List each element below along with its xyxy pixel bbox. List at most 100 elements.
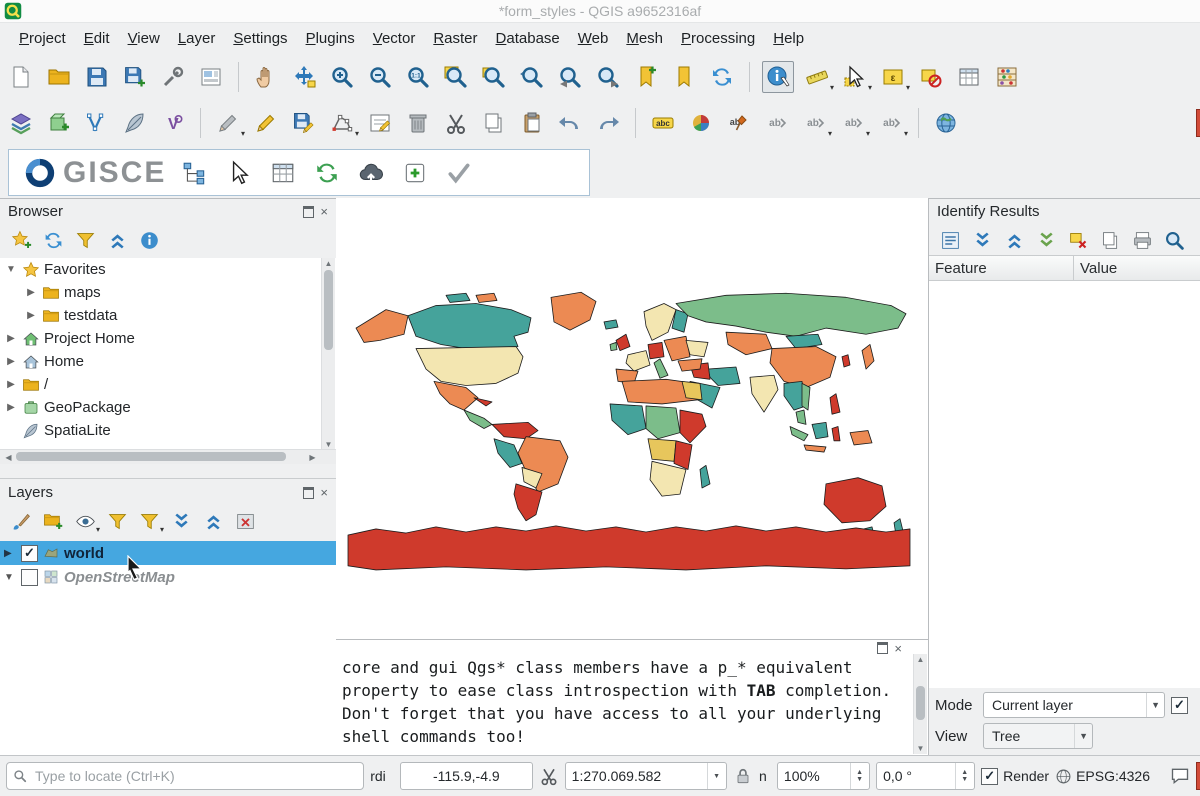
expander-open-icon[interactable]: ▼ (4, 264, 18, 275)
menu-settings[interactable]: Settings (224, 25, 296, 52)
tree-view-icon[interactable] (180, 158, 210, 188)
close-panel-icon[interactable]: × (320, 488, 328, 497)
paste-features-icon[interactable] (517, 108, 547, 138)
magnifier-spinbox[interactable]: 100% ▲▼ (777, 762, 870, 790)
menu-web[interactable]: Web (569, 25, 618, 52)
undo-icon[interactable] (555, 108, 585, 138)
expand-all-icon[interactable] (168, 508, 194, 534)
zoom-next-icon[interactable] (593, 62, 623, 92)
menu-mesh[interactable]: Mesh (617, 25, 672, 52)
expander-closed-icon[interactable]: ▶ (4, 548, 16, 559)
close-panel-icon[interactable]: × (894, 644, 902, 653)
column-header-feature[interactable]: Feature (929, 256, 1074, 280)
scale-combo[interactable]: 1:270.069.582 ▼ (565, 762, 727, 790)
browser-vertical-scrollbar[interactable]: ▲ ▼ (321, 258, 335, 450)
scrollbar-thumb[interactable] (916, 686, 925, 720)
render-control[interactable]: ✓ Render (981, 768, 1049, 785)
spinner-arrows-icon[interactable]: ▲▼ (955, 763, 968, 789)
new-virtual-layer-icon[interactable] (158, 108, 188, 138)
manage-map-themes-icon[interactable] (72, 508, 98, 534)
close-panel-icon[interactable]: × (320, 207, 328, 216)
menu-raster[interactable]: Raster (424, 25, 486, 52)
pan-to-selection-icon[interactable] (289, 62, 319, 92)
collapse-all-icon[interactable] (200, 508, 226, 534)
locate-search-box[interactable] (6, 762, 364, 790)
new-project-icon[interactable] (6, 62, 36, 92)
refresh-browser-icon[interactable] (40, 227, 66, 253)
scrollbar-thumb[interactable] (324, 270, 333, 350)
scroll-down-icon[interactable]: ▼ (914, 744, 927, 753)
menu-help[interactable]: Help (764, 25, 813, 52)
tree-item-testdata[interactable]: ▶ testdata (0, 304, 336, 327)
float-panel-icon[interactable] (303, 206, 314, 218)
column-header-value[interactable]: Value (1074, 260, 1117, 277)
expander-open-icon[interactable]: ▼ (4, 572, 16, 583)
zoom-native-icon[interactable] (403, 62, 433, 92)
layout-manager-icon[interactable] (196, 62, 226, 92)
console-vertical-scrollbar[interactable]: ▲ ▼ (913, 654, 927, 754)
open-layer-styling-icon[interactable] (8, 508, 34, 534)
scrollbar-thumb[interactable] (16, 452, 286, 461)
identify-features-icon[interactable] (762, 61, 794, 93)
coordinate-box[interactable]: -115.9,-4.9 (400, 762, 533, 790)
view-combo[interactable]: Tree ▼ (983, 723, 1093, 749)
expander-closed-icon[interactable]: ▶ (24, 310, 38, 321)
copy-features-icon[interactable] (479, 108, 509, 138)
zoom-to-layer-icon[interactable] (517, 62, 547, 92)
new-spatialite-layer-icon[interactable] (120, 108, 150, 138)
cut-features-icon[interactable] (441, 108, 471, 138)
collapse-all-icon[interactable] (104, 227, 130, 253)
new-shapefile-layer-icon[interactable] (82, 108, 112, 138)
save-project-as-icon[interactable] (120, 62, 150, 92)
metasearch-icon[interactable] (931, 108, 961, 138)
move-label-icon[interactable] (800, 108, 830, 138)
mode-combo[interactable]: Current layer ▼ (983, 692, 1165, 718)
scroll-down-icon[interactable]: ▼ (322, 440, 335, 449)
log-messages-icon[interactable] (1196, 762, 1200, 790)
open-project-icon[interactable] (44, 62, 74, 92)
pin-labels-icon[interactable] (724, 108, 754, 138)
refresh-map-icon[interactable] (707, 62, 737, 92)
add-favorite-icon[interactable] (8, 227, 34, 253)
data-source-manager-icon[interactable] (6, 108, 36, 138)
identify-results-body[interactable] (929, 281, 1200, 688)
float-panel-icon[interactable] (303, 487, 314, 499)
layer-checkbox-openstreetmap[interactable] (21, 569, 38, 586)
pointer-tool-icon[interactable] (224, 158, 254, 188)
crs-status[interactable]: EPSG:4326 (1055, 768, 1150, 785)
print-icon[interactable] (1129, 227, 1155, 253)
vertex-tool-icon[interactable] (327, 108, 357, 138)
tree-item-geopackage[interactable]: ▶ GeoPackage (0, 396, 336, 419)
pan-map-icon[interactable] (251, 62, 281, 92)
layer-label-openstreetmap[interactable]: OpenStreetMap (64, 569, 175, 586)
highlight-pinned-labels-icon[interactable] (762, 108, 792, 138)
spinner-arrows-icon[interactable]: ▲▼ (850, 763, 863, 789)
layer-checkbox-world[interactable]: ✓ (21, 545, 38, 562)
redo-icon[interactable] (593, 108, 623, 138)
menu-view[interactable]: View (119, 25, 169, 52)
auto-open-form-checkbox[interactable]: ✓ (1171, 697, 1188, 714)
rotation-spinbox[interactable]: 0,0 ° ▲▼ (876, 762, 975, 790)
menu-plugins[interactable]: Plugins (297, 25, 364, 52)
layer-labeling-icon[interactable] (648, 108, 678, 138)
collapse-tree-icon[interactable] (1001, 227, 1027, 253)
render-checkbox[interactable]: ✓ (981, 768, 998, 785)
zoom-in-icon[interactable] (327, 62, 357, 92)
zoom-out-icon[interactable] (365, 62, 395, 92)
menu-layer[interactable]: Layer (169, 25, 225, 52)
filter-legend-icon[interactable] (104, 508, 130, 534)
filter-browser-icon[interactable] (72, 227, 98, 253)
delete-selected-icon[interactable] (403, 108, 433, 138)
expander-closed-icon[interactable]: ▶ (4, 333, 18, 344)
field-calculator-icon[interactable] (992, 62, 1022, 92)
new-geopackage-layer-icon[interactable] (44, 108, 74, 138)
scroll-left-icon[interactable]: ◀ (2, 453, 15, 462)
identify-settings-icon[interactable] (1161, 227, 1187, 253)
expander-closed-icon[interactable]: ▶ (24, 287, 38, 298)
save-project-icon[interactable] (82, 62, 112, 92)
console-output[interactable]: core and gui Qgs* class members have a p… (336, 654, 908, 756)
tree-item-favorites[interactable]: ▼ Favorites (0, 258, 336, 281)
python-console-panel[interactable]: × core and gui Qgs* class members have a… (336, 639, 928, 756)
menu-database[interactable]: Database (487, 25, 569, 52)
menu-edit[interactable]: Edit (75, 25, 119, 52)
